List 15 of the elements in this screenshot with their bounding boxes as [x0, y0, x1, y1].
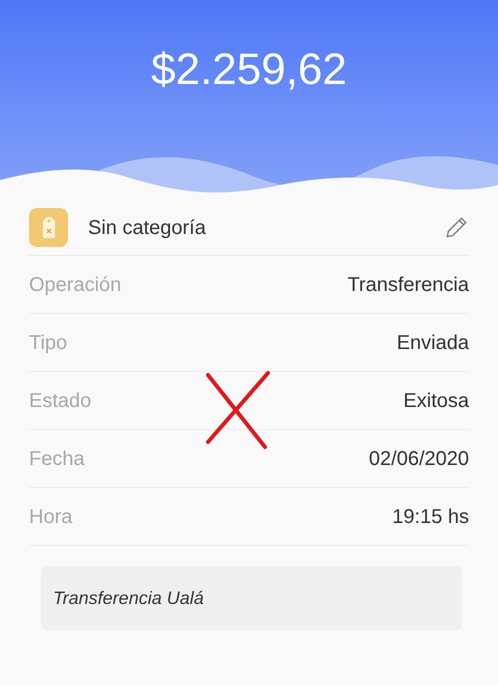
detail-label: Fecha [29, 446, 85, 472]
tag-icon [29, 208, 68, 247]
detail-label: Hora [29, 504, 72, 530]
detail-value: 19:15 hs [392, 504, 469, 530]
cross-mark-icon [205, 370, 271, 450]
detail-value: Exitosa [403, 388, 469, 414]
detail-label: Tipo [29, 330, 68, 356]
detail-value: Enviada [396, 330, 469, 356]
detail-value: Transferencia [347, 272, 469, 298]
note-text: Transferencia Ualá [53, 586, 204, 610]
category-label: Sin categoría [88, 216, 207, 240]
detail-value: 02/06/2020 [368, 446, 469, 472]
detail-label: Estado [29, 388, 92, 414]
detail-label: Operación [29, 272, 122, 298]
balance-amount: $2.259,62 [151, 44, 347, 96]
